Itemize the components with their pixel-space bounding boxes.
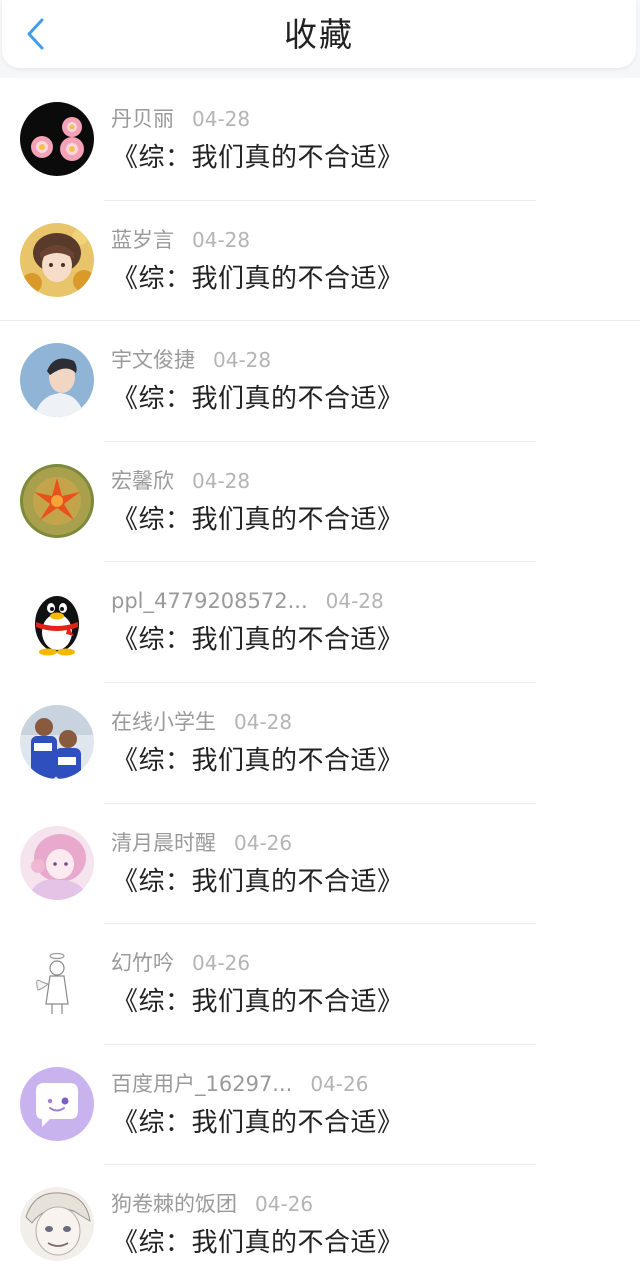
- page-title: 收藏: [284, 15, 354, 54]
- boy-portrait-avatar[interactable]: [20, 343, 94, 418]
- user-name[interactable]: 宏馨欣: [111, 466, 174, 496]
- anime-sketch-avatar[interactable]: [20, 1187, 94, 1262]
- item-meta: 丹贝丽 04-28: [111, 104, 250, 134]
- list-item[interactable]: 宏馨欣 04-28 《综：我们真的不合适》: [0, 442, 640, 563]
- user-name[interactable]: 丹贝丽: [111, 104, 174, 134]
- work-title[interactable]: 《综：我们真的不合适》: [112, 864, 404, 900]
- date-label: 04-26: [310, 1071, 369, 1096]
- favorites-screen: 收藏 丹贝丽 04-28 《综：我们真的不合适》 蓝岁言 04-28 《综：我们…: [0, 0, 640, 1276]
- header-card: 收藏: [2, 0, 636, 68]
- date-label: 04-28: [192, 227, 251, 252]
- pink-flowers-avatar[interactable]: [20, 102, 94, 176]
- date-label: 04-28: [234, 709, 293, 734]
- item-meta: 宏馨欣 04-28: [111, 466, 250, 496]
- list-item[interactable]: ppl_4779208572... 04-28 《综：我们真的不合适》: [0, 562, 640, 683]
- header-bar: 收藏: [0, 0, 640, 78]
- date-label: 04-28: [192, 468, 251, 493]
- work-title[interactable]: 《综：我们真的不合适》: [112, 381, 404, 417]
- user-name[interactable]: 蓝岁言: [111, 225, 174, 255]
- work-title[interactable]: 《综：我们真的不合适》: [112, 984, 404, 1020]
- work-title[interactable]: 《综：我们真的不合适》: [112, 743, 404, 779]
- item-meta: 狗卷棘的饭团 04-26: [111, 1189, 313, 1219]
- user-name[interactable]: 宇文俊捷: [111, 345, 195, 375]
- list-item[interactable]: 幻竹吟 04-26 《综：我们真的不合适》: [0, 924, 640, 1045]
- work-title[interactable]: 《综：我们真的不合适》: [112, 140, 404, 176]
- purple-chat-bubble-avatar[interactable]: [20, 1066, 94, 1141]
- work-title[interactable]: 《综：我们真的不合适》: [112, 1105, 404, 1141]
- item-meta: ppl_4779208572... 04-28: [111, 586, 384, 616]
- work-title[interactable]: 《综：我们真的不合适》: [112, 622, 404, 658]
- user-name[interactable]: 在线小学生: [111, 707, 216, 737]
- date-label: 04-28: [192, 107, 251, 131]
- date-label: 04-28: [213, 348, 272, 373]
- date-label: 04-26: [234, 830, 293, 855]
- work-title[interactable]: 《综：我们真的不合适》: [112, 261, 404, 297]
- orange-flower-cactus-avatar[interactable]: [20, 463, 94, 538]
- item-meta: 幻竹吟 04-26: [111, 948, 250, 978]
- two-kids-avatar[interactable]: [20, 704, 94, 779]
- list-item[interactable]: 宇文俊捷 04-28 《综：我们真的不合适》: [0, 321, 640, 442]
- list-item[interactable]: 蓝岁言 04-28 《综：我们真的不合适》: [0, 201, 640, 322]
- list-item[interactable]: 丹贝丽 04-28 《综：我们真的不合适》: [0, 80, 640, 201]
- user-name[interactable]: 幻竹吟: [111, 948, 174, 978]
- list-item[interactable]: 狗卷棘的饭团 04-26 《综：我们真的不合适》: [0, 1165, 640, 1276]
- item-meta: 蓝岁言 04-28: [111, 225, 250, 255]
- list-item[interactable]: 百度用户_16297... 04-26 《综：我们真的不合适》: [0, 1045, 640, 1166]
- favorites-list: 丹贝丽 04-28 《综：我们真的不合适》 蓝岁言 04-28 《综：我们真的不…: [0, 80, 640, 1276]
- user-name[interactable]: 狗卷棘的饭团: [111, 1189, 237, 1219]
- item-meta: 清月晨时醒 04-26: [111, 828, 292, 858]
- qq-penguin-avatar[interactable]: [20, 584, 94, 659]
- work-title[interactable]: 《综：我们真的不合适》: [112, 1225, 404, 1261]
- user-name[interactable]: 百度用户_16297...: [111, 1069, 292, 1099]
- item-meta: 在线小学生 04-28: [111, 707, 292, 737]
- pink-anime-girl-avatar[interactable]: [20, 825, 94, 900]
- date-label: 04-28: [325, 589, 384, 614]
- angel-sketch-avatar[interactable]: [20, 946, 94, 1021]
- user-name[interactable]: ppl_4779208572...: [111, 586, 308, 616]
- item-meta: 宇文俊捷 04-28: [111, 345, 271, 375]
- date-label: 04-26: [255, 1192, 314, 1217]
- list-item[interactable]: 清月晨时醒 04-26 《综：我们真的不合适》: [0, 804, 640, 925]
- anime-boy-sunflowers-avatar[interactable]: [20, 222, 94, 297]
- item-meta: 百度用户_16297... 04-26: [111, 1069, 368, 1099]
- list-item[interactable]: 在线小学生 04-28 《综：我们真的不合适》: [0, 683, 640, 804]
- date-label: 04-26: [192, 951, 251, 976]
- user-name[interactable]: 清月晨时醒: [111, 828, 216, 858]
- work-title[interactable]: 《综：我们真的不合适》: [112, 502, 404, 538]
